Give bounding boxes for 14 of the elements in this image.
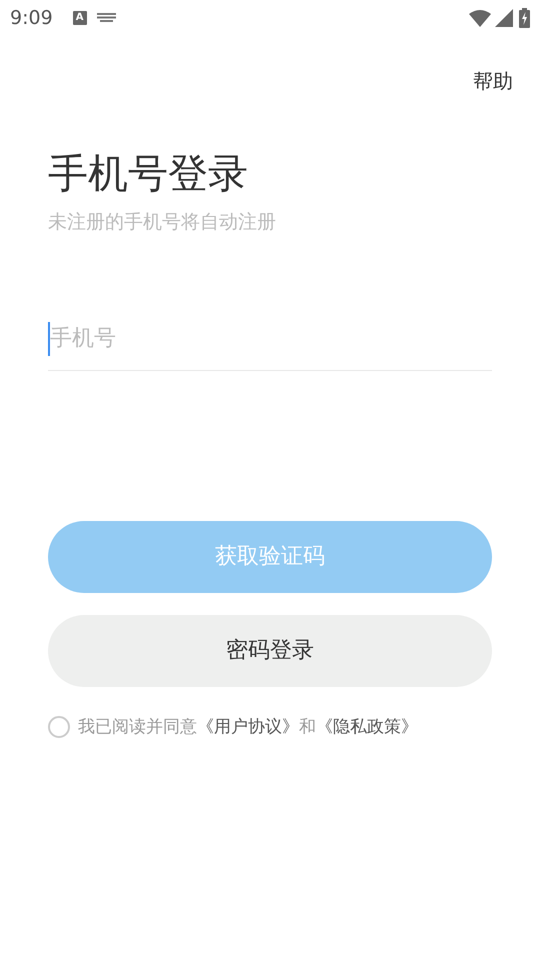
phone-input-field[interactable]: 手机号 xyxy=(48,306,492,370)
password-login-button[interactable]: 密码登录 xyxy=(48,614,492,686)
help-link[interactable]: 帮助 xyxy=(473,66,513,96)
agreement-checkbox[interactable] xyxy=(48,716,70,738)
user-agreement-link[interactable]: 《用户协议》 xyxy=(197,716,299,736)
agreement-text: 我已阅读并同意《用户协议》和《隐私政策》 xyxy=(78,716,418,738)
page-title: 手机号登录 xyxy=(48,150,249,199)
privacy-policy-link[interactable]: 《隐私政策》 xyxy=(316,716,418,736)
battery-charging-icon xyxy=(519,8,530,28)
signal-icon xyxy=(495,9,513,27)
page-subtitle: 未注册的手机号将自动注册 xyxy=(48,210,277,235)
keyboard-layout-icon: A xyxy=(72,11,87,25)
wifi-icon xyxy=(469,10,491,26)
status-time: 9:09 xyxy=(10,6,53,31)
